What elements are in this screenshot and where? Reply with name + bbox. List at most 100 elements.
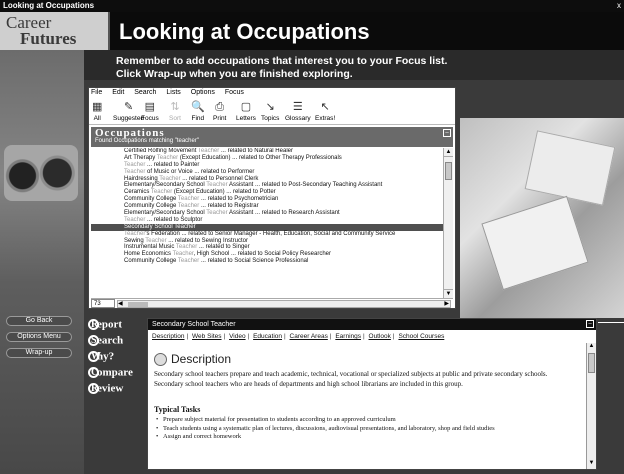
task-item: Prepare subject material for presentatio… xyxy=(154,416,578,425)
scroll-right-arrow-icon[interactable]: ▶ xyxy=(444,300,449,307)
detail-scrollbar[interactable]: ▲ ▼ xyxy=(586,343,596,469)
compare-button[interactable]: Compare xyxy=(88,366,133,380)
tab-web-sites[interactable]: Web Sites xyxy=(192,333,222,340)
list-item[interactable] xyxy=(91,265,443,272)
minimize-icon[interactable]: – xyxy=(443,129,451,137)
report-button[interactable]: Report xyxy=(88,318,122,332)
list-item[interactable]: Community College Teacher ... related to… xyxy=(91,203,443,210)
menu-options[interactable]: Options xyxy=(191,89,215,96)
list-item[interactable]: Home Economics Teacher, High School ... … xyxy=(91,251,443,258)
list-scrollbar[interactable]: ▲ ▼ xyxy=(443,148,453,298)
toolbar-all-button[interactable]: ▦ All xyxy=(92,99,102,125)
callout-line xyxy=(598,322,624,323)
toolbar-find-button[interactable]: 🔍 Find xyxy=(191,99,205,125)
row-keyword: Teacher xyxy=(206,182,228,189)
detail-scroll-thumb[interactable] xyxy=(588,353,595,373)
menu-lists[interactable]: Lists xyxy=(166,89,180,96)
row-suffix: ... related to Singer xyxy=(197,244,250,251)
list-item[interactable]: Elementary/Secondary School Teacher Assi… xyxy=(91,182,443,189)
row-prefix: Hairdressing xyxy=(124,175,160,182)
scroll-down-arrow-icon[interactable]: ▼ xyxy=(587,460,596,469)
tab-video[interactable]: Video xyxy=(229,333,246,340)
toolbar-label: Find xyxy=(191,115,205,122)
action-initial: R xyxy=(91,382,99,394)
list-item[interactable]: Teacher of Music or Voice ... related to… xyxy=(91,169,443,176)
list-item[interactable]: Ceramics Teacher (Except Education) ... … xyxy=(91,189,443,196)
row-keyword: Teacher xyxy=(172,251,194,258)
row-suffix: ... related to Personnel Clerk xyxy=(180,175,259,182)
toolbar-print-button[interactable]: ⎙ Print xyxy=(213,99,226,125)
scroll-left-arrow-icon[interactable]: ◀ xyxy=(118,300,123,307)
go-back-button[interactable]: Go Back xyxy=(6,316,72,326)
search-button[interactable]: Search xyxy=(88,334,123,348)
list-item[interactable]: Teacher ... related to Painter xyxy=(91,162,443,169)
scroll-down-arrow-icon[interactable]: ▼ xyxy=(444,289,453,298)
toolbar-glossary-button[interactable]: ☰ Glossary xyxy=(285,99,311,125)
toolbar: ▦ All ✎ Suggested ▤ Focus ⇅ Sort 🔍 Find ⎙ Print ▢ Let… xyxy=(89,99,455,125)
menu-edit[interactable]: Edit xyxy=(112,89,124,96)
scroll-thumb[interactable] xyxy=(445,162,452,180)
binoculars-image xyxy=(4,145,78,201)
scroll-up-arrow-icon[interactable]: ▲ xyxy=(444,148,453,157)
tab-school-courses[interactable]: School Courses xyxy=(398,333,444,340)
wrap-up-button[interactable]: Wrap-up xyxy=(6,348,72,358)
occupation-detail-panel: Secondary School Teacher – Description | … xyxy=(147,318,597,470)
toolbar-letters-button[interactable]: ▢ Letters xyxy=(236,99,256,125)
toolbar-focus-button[interactable]: ▤ Focus xyxy=(141,99,159,125)
list-footer: 73 ◀ ▶ xyxy=(91,298,453,308)
header-bar: Looking at Occupations xyxy=(110,12,624,50)
row-keyword: Teacher xyxy=(175,244,198,251)
toolbar-topics-button[interactable]: ↘ Topics xyxy=(261,99,279,125)
list-item[interactable] xyxy=(91,279,443,286)
list-item[interactable] xyxy=(91,272,443,279)
list-item[interactable]: Certified Rolfing Movement Teacher ... r… xyxy=(91,148,443,155)
scroll-up-arrow-icon[interactable]: ▲ xyxy=(587,343,596,352)
menu-focus[interactable]: Focus xyxy=(225,89,244,96)
toolbar-label: Print xyxy=(213,115,227,122)
task-item: Teach students using a systematic plan o… xyxy=(154,425,578,434)
row-suffix: ... related to Sculptor xyxy=(145,216,203,223)
result-count: 73 xyxy=(91,299,115,308)
list-item[interactable]: Instrumental Music Teacher ... related t… xyxy=(91,244,443,251)
list-item[interactable]: Teacher ... related to Sculptor xyxy=(91,217,443,224)
menu-bar: File Edit Search Lists Options Focus xyxy=(89,88,455,98)
list-item[interactable]: Hairdressing Teacher ... related to Pers… xyxy=(91,176,443,183)
toolbar-label: Sort xyxy=(169,115,181,122)
row-keyword: Teacher xyxy=(150,189,173,196)
list-item[interactable]: Sewing Teacher ... related to Sewing Ins… xyxy=(91,238,443,245)
review-button[interactable]: Review xyxy=(88,382,123,396)
occupations-window: File Edit Search Lists Options Focus ▦ Al… xyxy=(88,87,456,309)
why-button[interactable]: Why? xyxy=(88,350,114,364)
tab-education[interactable]: Education xyxy=(253,333,282,340)
tab-outlook[interactable]: Outlook xyxy=(369,333,391,340)
instructions-text: Remember to add occupations that interes… xyxy=(116,55,448,80)
toolbar-suggested-button[interactable]: ✎ Suggested xyxy=(113,99,144,125)
glossary-icon: ☰ xyxy=(292,101,303,113)
list-item[interactable]: Community College Teacher ... related to… xyxy=(91,196,443,203)
toolbar-label: Suggested xyxy=(113,115,145,122)
tab-description[interactable]: Description xyxy=(152,333,185,340)
menu-file[interactable]: File xyxy=(91,89,102,96)
row-suffix: (Except Education) ... related to Potter xyxy=(172,189,276,196)
close-button[interactable]: x xyxy=(617,0,621,12)
minimize-icon[interactable]: – xyxy=(586,320,594,328)
compare-label: ompare xyxy=(97,366,133,379)
list-item[interactable] xyxy=(91,286,443,293)
options-menu-button[interactable]: Options Menu xyxy=(6,332,72,342)
row-keyword: Teacher xyxy=(156,154,179,161)
list-item[interactable]: Elementary/Secondary School Teacher Assi… xyxy=(91,210,443,217)
list-item[interactable]: Art Therapy Teacher (Except Education) .… xyxy=(91,155,443,162)
row-prefix: Home Economics xyxy=(124,251,173,258)
horizontal-scroll-thumb[interactable] xyxy=(128,302,148,307)
horizontal-scrollbar[interactable]: ◀ ▶ xyxy=(117,300,451,308)
tab-career-areas[interactable]: Career Areas xyxy=(290,333,328,340)
menu-search[interactable]: Search xyxy=(134,89,156,96)
row-keyword: Teacher xyxy=(197,148,220,154)
list-item[interactable]: Teacher's Federation ... related to Seni… xyxy=(91,231,443,238)
row-keyword: Teacher xyxy=(206,210,228,217)
toolbar-extras-button[interactable]: ↖ Extras! xyxy=(315,99,335,125)
tab-earnings[interactable]: Earnings xyxy=(335,333,361,340)
toolbar-sort-button[interactable]: ⇅ Sort xyxy=(169,99,181,125)
list-item[interactable]: Secondary School Teacher xyxy=(91,223,443,231)
list-item[interactable]: Community College Teacher ... related to… xyxy=(91,258,443,265)
